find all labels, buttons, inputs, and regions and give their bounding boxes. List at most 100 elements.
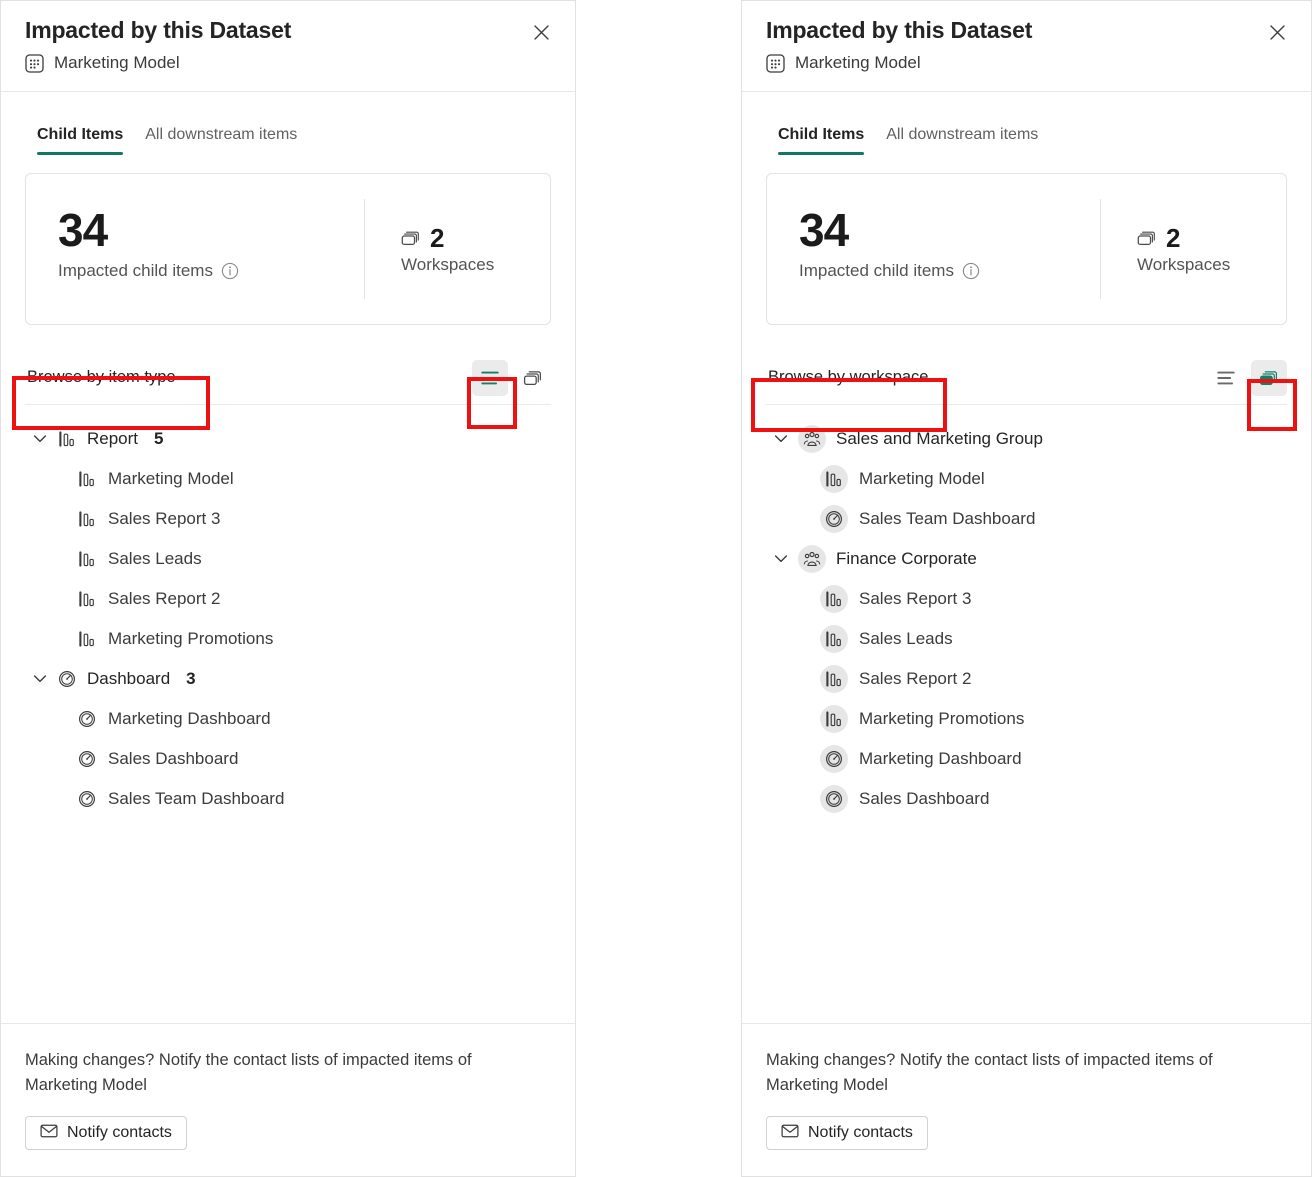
notify-contacts-label: Notify contacts xyxy=(808,1124,913,1141)
tab-child-items[interactable]: Child Items xyxy=(37,126,124,155)
tree-item[interactable]: Sales Team Dashboard xyxy=(11,779,565,819)
tree-item[interactable]: Sales Report 2 xyxy=(11,579,565,619)
browse-row: Browse by workspace xyxy=(766,351,1287,405)
tree-item-label: Sales Report 2 xyxy=(859,669,972,688)
tree-item-label: Marketing Dashboard xyxy=(108,709,271,728)
tree-item-label: Sales Dashboard xyxy=(859,789,990,808)
notify-contacts-button[interactable]: Notify contacts xyxy=(25,1116,187,1150)
tree-group-count: 3 xyxy=(186,669,196,688)
item-icon xyxy=(77,749,97,769)
impacted-items-tree: Report 5 Marketing Model Sales Report 3 xyxy=(1,405,575,1023)
page-title: Impacted by this Dataset xyxy=(25,17,292,43)
item-icon-chip xyxy=(820,465,848,493)
item-icon-chip xyxy=(820,665,848,693)
list-view-button[interactable] xyxy=(1208,360,1244,396)
tab-all-downstream-items[interactable]: All downstream items xyxy=(886,126,1038,155)
view-toggle-group xyxy=(472,359,551,396)
page-title: Impacted by this Dataset xyxy=(766,17,1033,43)
tree-group-label: Dashboard xyxy=(87,669,171,688)
tree-item[interactable]: Sales Team Dashboard xyxy=(752,499,1301,539)
tree-item[interactable]: Marketing Promotions xyxy=(11,619,565,659)
tree-item[interactable]: Marketing Dashboard xyxy=(11,699,565,739)
dataset-icon xyxy=(766,53,785,73)
item-icon-chip xyxy=(820,745,848,773)
close-button[interactable] xyxy=(527,18,555,46)
tree-item-label: Sales Team Dashboard xyxy=(859,509,1036,528)
impact-summary-card: 34 Impacted child items 2 Workspaces xyxy=(766,173,1287,325)
tab-child-items[interactable]: Child Items xyxy=(778,126,865,155)
tree-item[interactable]: Sales Leads xyxy=(11,539,565,579)
info-icon[interactable] xyxy=(962,262,980,280)
panel-subtitle: Marketing Model xyxy=(766,51,1289,75)
impacted-items-tree: Sales and Marketing Group Marketing Mode… xyxy=(742,405,1311,1023)
panel-footer: Making changes? Notify the contact lists… xyxy=(742,1023,1311,1176)
tree-item[interactable]: Sales Report 2 xyxy=(752,659,1301,699)
dataset-icon xyxy=(25,53,44,73)
view-toggle-group xyxy=(1208,359,1287,396)
impacted-count: 34 xyxy=(799,204,849,256)
close-icon xyxy=(1269,24,1286,41)
workspaces-count: 2 xyxy=(430,222,445,253)
tree-group-header[interactable]: Dashboard 3 xyxy=(11,659,565,699)
workspaces-icon xyxy=(401,228,421,248)
chevron-down-icon[interactable] xyxy=(33,672,47,686)
item-icon-chip xyxy=(820,785,848,813)
item-icon xyxy=(77,709,97,729)
tree-item-label: Marketing Dashboard xyxy=(859,749,1022,768)
workspaces-label: Workspaces xyxy=(401,254,495,274)
group-icon-chip xyxy=(798,545,826,573)
chevron-down-icon[interactable] xyxy=(774,432,788,446)
envelope-icon xyxy=(40,1122,58,1145)
dataset-name: Marketing Model xyxy=(54,53,180,72)
workspaces-icon xyxy=(1137,228,1157,248)
browse-row: Browse by item type xyxy=(25,351,551,405)
notify-contacts-button[interactable]: Notify contacts xyxy=(766,1116,928,1150)
panel-tabs: Child Items All downstream items xyxy=(742,92,1311,155)
tree-item[interactable]: Marketing Dashboard xyxy=(752,739,1301,779)
tree-item[interactable]: Sales Dashboard xyxy=(752,779,1301,819)
chevron-down-icon[interactable] xyxy=(33,432,47,446)
tree-item[interactable]: Sales Dashboard xyxy=(11,739,565,779)
notify-help-text: Making changes? Notify the contact lists… xyxy=(25,1051,472,1094)
tree-item-label: Marketing Model xyxy=(108,469,234,488)
item-icon-chip xyxy=(820,505,848,533)
tree-group-header[interactable]: Sales and Marketing Group xyxy=(752,419,1301,459)
workspace-view-button[interactable] xyxy=(515,360,551,396)
tree-group-header[interactable]: Finance Corporate xyxy=(752,539,1301,579)
impacted-count-text: Impacted child items xyxy=(58,261,213,280)
panel-header: Impacted by this Dataset Marketing Model xyxy=(1,1,575,92)
tree-item[interactable]: Marketing Model xyxy=(752,459,1301,499)
tree-group-header[interactable]: Report 5 xyxy=(11,419,565,459)
tree-item-label: Sales Report 2 xyxy=(108,589,221,608)
item-icon-chip xyxy=(820,585,848,613)
tree-item-label: Marketing Promotions xyxy=(859,709,1025,728)
chevron-down-icon[interactable] xyxy=(774,552,788,566)
tree-item[interactable]: Sales Report 3 xyxy=(752,579,1301,619)
tree-item[interactable]: Marketing Model xyxy=(11,459,565,499)
impacted-count-label: Impacted child items xyxy=(799,261,1100,281)
workspace-view-button[interactable] xyxy=(1251,359,1287,396)
impacted-count-text: Impacted child items xyxy=(799,261,954,280)
tree-item-label: Marketing Model xyxy=(859,469,985,488)
impact-summary-card: 34 Impacted child items 2 Workspaces xyxy=(25,173,551,325)
tree-item[interactable]: Marketing Promotions xyxy=(752,699,1301,739)
tree-group-label: Sales and Marketing Group xyxy=(836,429,1043,448)
group-icon xyxy=(57,669,77,689)
close-icon xyxy=(533,24,550,41)
impacted-items-stat: 34 Impacted child items xyxy=(26,174,364,324)
tree-group-count: 5 xyxy=(154,429,164,448)
tree-item[interactable]: Sales Leads xyxy=(752,619,1301,659)
item-icon xyxy=(77,789,97,809)
tab-all-downstream-items[interactable]: All downstream items xyxy=(145,126,297,155)
impacted-panel-left: Impacted by this Dataset Marketing Model… xyxy=(0,0,576,1177)
impacted-panel-right: Impacted by this Dataset Marketing Model… xyxy=(741,0,1312,1177)
impacted-count: 34 xyxy=(58,204,108,256)
tree-item[interactable]: Sales Report 3 xyxy=(11,499,565,539)
close-button[interactable] xyxy=(1263,18,1291,46)
panel-tabs: Child Items All downstream items xyxy=(1,92,575,155)
list-view-button[interactable] xyxy=(472,359,508,396)
tree-group-label: Finance Corporate xyxy=(836,549,977,568)
info-icon[interactable] xyxy=(221,262,239,280)
tree-item-label: Sales Team Dashboard xyxy=(108,789,285,808)
envelope-icon xyxy=(781,1122,799,1145)
